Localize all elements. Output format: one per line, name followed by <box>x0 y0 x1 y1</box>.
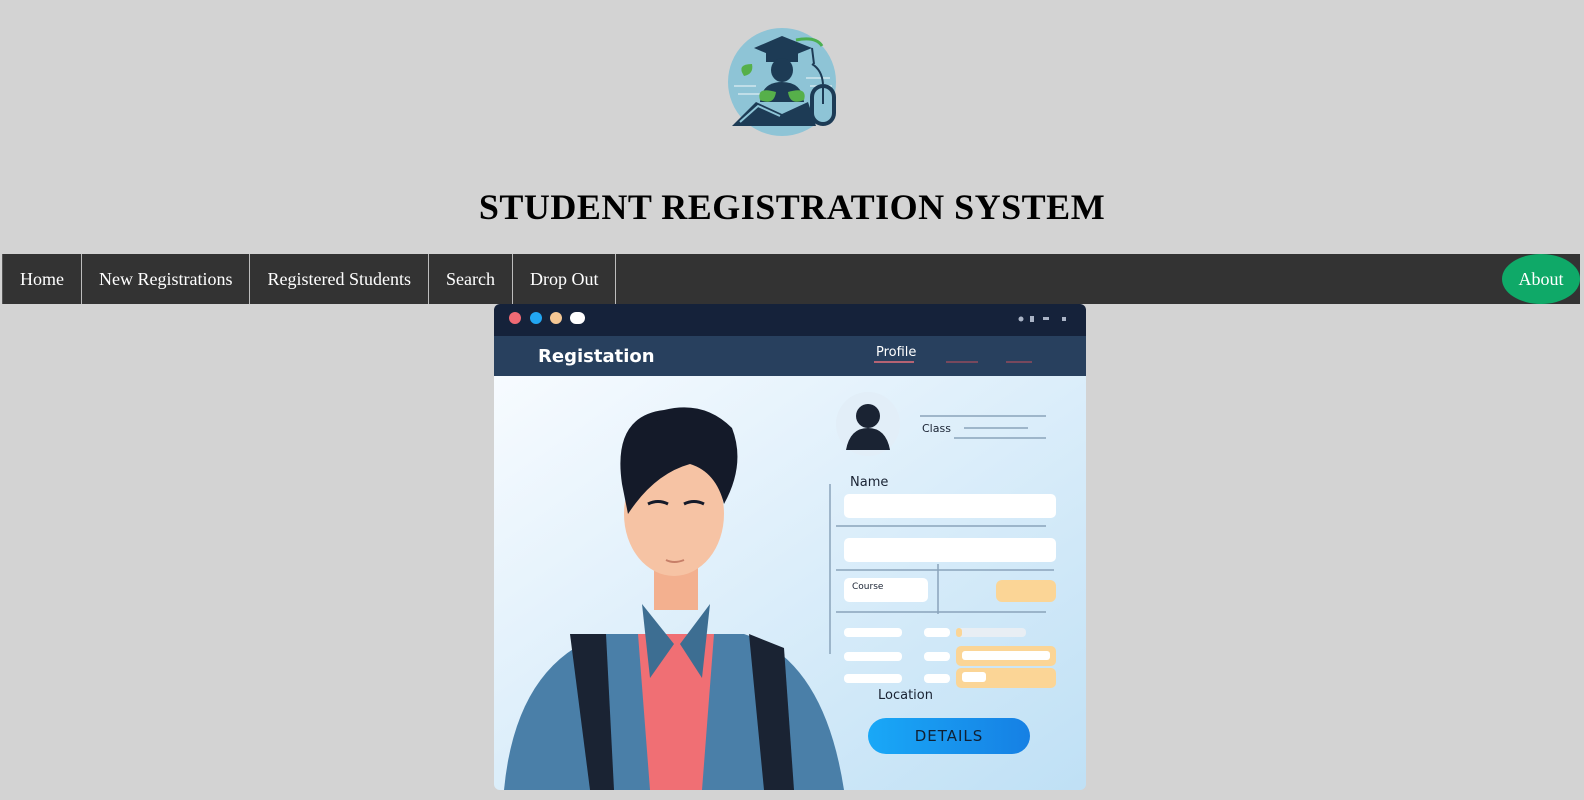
nav-search[interactable]: Search <box>429 254 513 304</box>
about-button[interactable]: About <box>1502 254 1580 304</box>
hero-details-label: DETAILS <box>915 727 984 745</box>
hero-label-name: Name <box>850 475 888 490</box>
nav-drop-out[interactable]: Drop Out <box>513 254 617 304</box>
hero-label-location: Location <box>878 688 933 703</box>
registration-illustration: Registation Profile Class Name Course Lo… <box>494 304 1086 790</box>
nav-new-registrations[interactable]: New Registrations <box>82 254 251 304</box>
page-title: STUDENT REGISTRATION SYSTEM <box>478 187 1106 227</box>
main-navbar: Home New Registrations Registered Studen… <box>2 254 1580 304</box>
hero-tab-profile: Profile <box>876 345 916 360</box>
hero-label-class: Class <box>922 422 951 435</box>
nav-home[interactable]: Home <box>2 254 82 304</box>
graduate-logo-icon <box>726 26 844 138</box>
hero-label-course: Course <box>852 582 884 592</box>
hero-app-title: Registation <box>538 346 655 367</box>
nav-registered-students[interactable]: Registered Students <box>250 254 429 304</box>
